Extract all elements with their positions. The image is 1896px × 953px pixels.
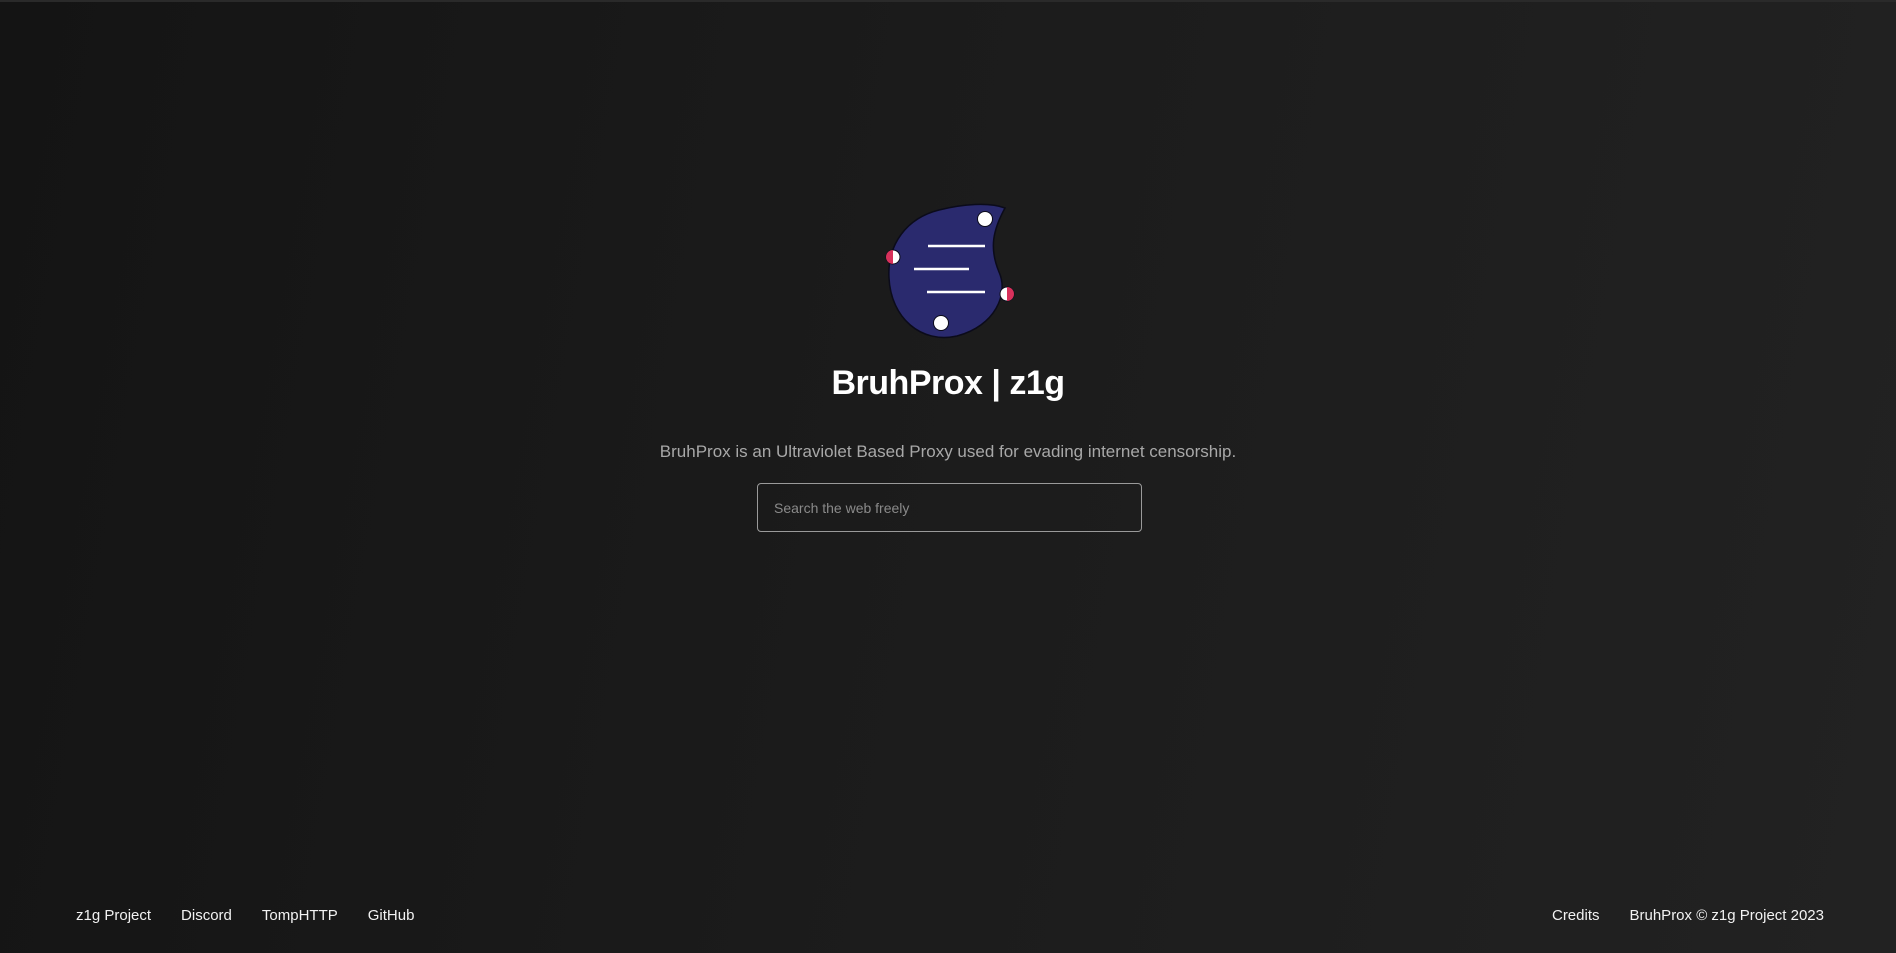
footer-link-tomphttp[interactable]: TompHTTP [262, 907, 338, 924]
page-description: BruhProx is an Ultraviolet Based Proxy u… [659, 442, 1237, 461]
copyright-text: BruhProx © z1g Project 2023 [1629, 907, 1825, 924]
footer-link-credits[interactable]: Credits [1552, 907, 1600, 924]
footer-links: z1g Project Discord TompHTTP GitHub [76, 907, 414, 924]
footer-right: Credits BruhProx © z1g Project 2023 [1552, 907, 1824, 924]
footer-link-github[interactable]: GitHub [368, 907, 415, 924]
page-title: BruhProx | z1g [831, 364, 1066, 402]
footer: z1g Project Discord TompHTTP GitHub Cred… [0, 907, 1896, 931]
ultraviolet-logo-icon [885, 203, 1015, 339]
search-input[interactable] [757, 483, 1142, 532]
footer-link-z1g-project[interactable]: z1g Project [76, 907, 151, 924]
page: BruhProx | z1g BruhProx is an Ultraviole… [0, 0, 1896, 953]
footer-link-discord[interactable]: Discord [181, 907, 232, 924]
